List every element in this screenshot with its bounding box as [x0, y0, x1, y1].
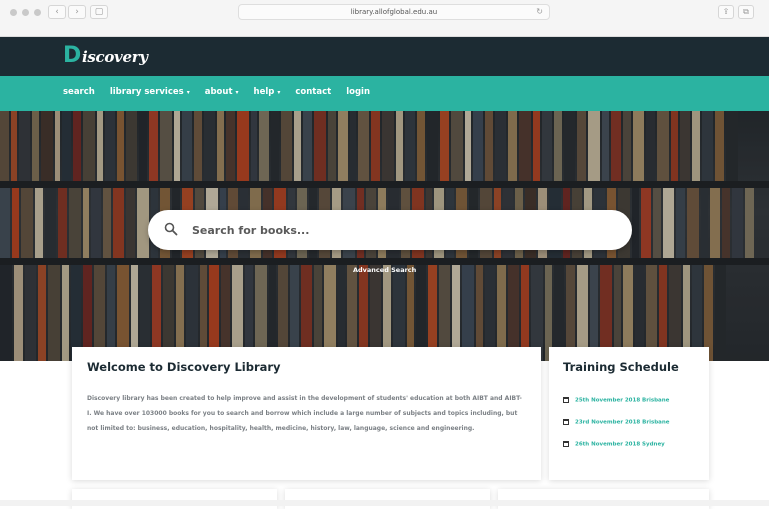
training-schedule-card: Training Schedule 25th November 2018 Bri… [549, 347, 709, 480]
logo-initial: D [63, 43, 81, 68]
nav-label: contact [295, 87, 332, 97]
schedule-text: 26th November 2018 Sydney [575, 441, 665, 448]
window-controls [10, 9, 41, 16]
calendar-icon [563, 441, 569, 447]
nav-item-library-services[interactable]: library services ▾ [110, 87, 190, 97]
schedule-item[interactable]: 25th November 2018 Brisbane [563, 397, 703, 404]
welcome-title: Welcome to Discovery Library [87, 360, 281, 374]
training-title: Training Schedule [563, 360, 679, 374]
advanced-search-link[interactable]: Advanced Search [353, 266, 416, 274]
welcome-card: Welcome to Discovery Library Discovery l… [72, 347, 541, 480]
address-bar[interactable]: library.allofglobal.edu.au ↻ [238, 4, 550, 20]
site-header: Discovery [0, 37, 769, 76]
schedule-item[interactable]: 23rd November 2018 Brisbane [563, 419, 703, 426]
bottom-card [498, 489, 709, 509]
url-text: library.allofglobal.edu.au [350, 8, 438, 16]
logo-text: iscovery [81, 48, 148, 66]
close-window-icon[interactable] [10, 9, 17, 16]
bottom-card [72, 489, 277, 509]
welcome-text: Discovery library has been created to he… [87, 395, 522, 432]
nav-label: search [63, 87, 95, 97]
schedule-item[interactable]: 26th November 2018 Sydney [563, 441, 703, 448]
search-icon [164, 222, 178, 236]
share-icon[interactable]: ⇪ [718, 5, 734, 19]
nav-item-about[interactable]: about ▾ [205, 87, 239, 97]
nav-label: login [346, 87, 371, 97]
nav-item-search[interactable]: search [63, 87, 95, 97]
main-nav: search library services ▾ about ▾ help ▾ co… [0, 76, 769, 111]
back-icon[interactable]: ‹ [48, 5, 66, 19]
reload-icon[interactable]: ↻ [536, 5, 543, 19]
site-logo[interactable]: Discovery [63, 43, 148, 68]
maximize-window-icon[interactable] [34, 9, 41, 16]
schedule-text: 25th November 2018 Brisbane [575, 397, 670, 404]
nav-item-login[interactable]: login [346, 87, 370, 97]
minimize-window-icon[interactable] [22, 9, 29, 16]
nav-item-help[interactable]: help ▾ [254, 87, 281, 97]
sidebar-icon[interactable]: ▢ [90, 5, 108, 19]
nav-label: help [253, 87, 275, 97]
tabs-icon[interactable]: ⧉ [738, 5, 754, 19]
chevron-down-icon: ▾ [235, 89, 239, 96]
calendar-icon [563, 397, 569, 403]
chevron-down-icon: ▾ [277, 89, 281, 96]
bottom-card [285, 489, 490, 509]
calendar-icon [563, 419, 569, 425]
forward-icon[interactable]: › [68, 5, 86, 19]
schedule-text: 23rd November 2018 Brisbane [575, 419, 670, 426]
nav-item-contact[interactable]: contact [295, 87, 331, 97]
chevron-down-icon: ▾ [186, 89, 190, 96]
nav-label: about [204, 87, 233, 97]
nav-label: library services [109, 87, 184, 97]
search-input[interactable] [190, 219, 610, 241]
search-box[interactable] [148, 210, 632, 250]
browser-toolbar: ‹ › ▢ library.allofglobal.edu.au ↻ ⇪ ⧉ [0, 0, 769, 37]
page-bottom-edge [0, 500, 769, 506]
